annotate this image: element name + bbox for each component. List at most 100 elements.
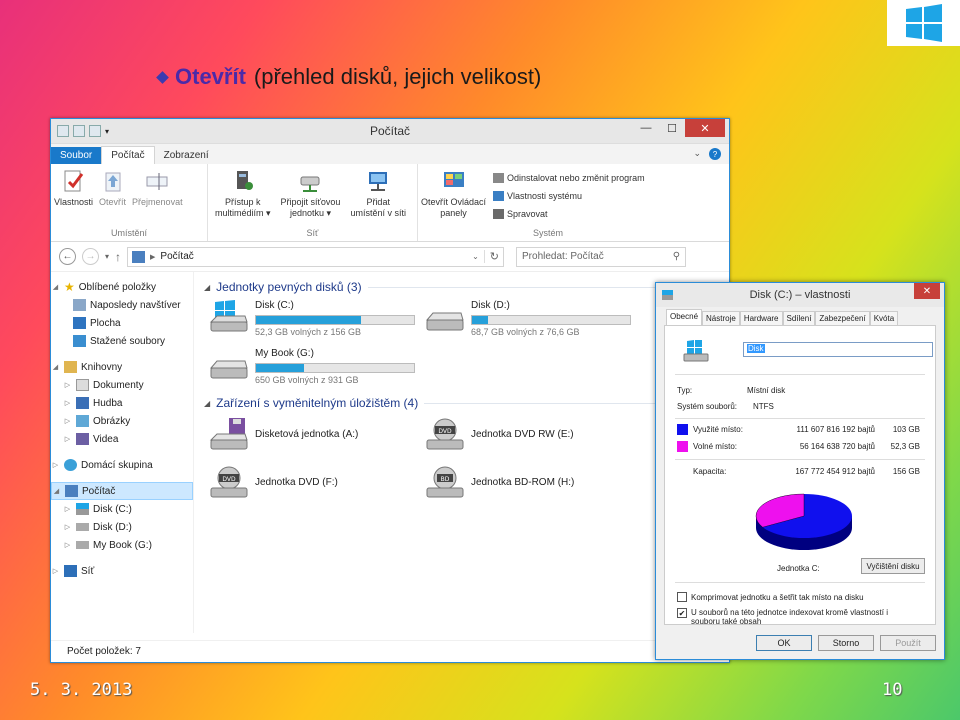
properties-button[interactable]: Vlastnosti	[51, 169, 96, 228]
add-network-location-label-1: Přidat	[366, 197, 390, 207]
disk-cleanup-button[interactable]: Vyčištění disku	[861, 558, 925, 574]
nav-downloads[interactable]: Stažené soubory	[51, 332, 193, 350]
control-panel-button[interactable]: Otevřít Ovládací panely	[418, 169, 489, 228]
expanded-arrow-icon[interactable]: ◢	[51, 363, 60, 371]
nav-favorites[interactable]: ◢ ★ Oblíbené položky	[51, 278, 193, 296]
collapsed-arrow-icon[interactable]: ▷	[63, 417, 72, 425]
collapsed-arrow-icon[interactable]: ▷	[63, 399, 72, 407]
collapsed-arrow-icon[interactable]: ▷	[63, 523, 72, 531]
media-access-button[interactable]: Přístup k multimédiím ▾	[212, 169, 274, 228]
map-network-drive-button[interactable]: Připojit síťovou jednotku ▾	[278, 169, 344, 228]
dvd-rw-drive-icon: DVD	[426, 418, 464, 450]
explorer-title: Počítač	[369, 124, 411, 138]
tab-hardware[interactable]: Hardware	[739, 311, 783, 325]
tab-zobrazeni[interactable]: Zobrazení	[155, 147, 218, 164]
nav-disk-d[interactable]: ▷ Disk (D:)	[51, 518, 193, 536]
nav-documents[interactable]: ▷ Dokumenty	[51, 376, 193, 394]
expanded-arrow-icon[interactable]: ◢	[51, 283, 60, 291]
ribbon-collapse-icon[interactable]: ⌄	[693, 148, 701, 160]
quick-access-toolbar: ▾	[51, 125, 109, 137]
back-icon[interactable]: ←	[59, 248, 76, 265]
drive-icon	[76, 541, 89, 549]
tab-pocitac[interactable]: Počítač	[101, 146, 155, 164]
apply-button[interactable]: Použít	[880, 635, 936, 651]
rename-button[interactable]: Přejmenovat	[129, 169, 186, 228]
help-icon[interactable]: ?	[709, 148, 721, 160]
volume-name-input[interactable]: Disk	[743, 342, 933, 357]
expanded-arrow-icon[interactable]: ◢	[52, 487, 61, 495]
general-tab-panel: Disk Typ: Místní disk Systém souborů: NT…	[664, 325, 936, 626]
search-box[interactable]: Prohledat: Počítač ⚲	[516, 246, 687, 267]
system-properties-button[interactable]: Vlastnosti systému	[493, 187, 645, 205]
qat-dropdown-icon[interactable]: ▾	[105, 127, 109, 136]
collapsed-arrow-icon[interactable]: ▷	[51, 567, 60, 575]
recent-locations-icon[interactable]: ▾	[105, 252, 109, 261]
up-icon[interactable]: ↑	[115, 250, 121, 264]
collapsed-arrow-icon[interactable]: ▷	[63, 381, 72, 389]
nav-pictures[interactable]: ▷ Obrázky	[51, 412, 193, 430]
uninstall-program-button[interactable]: Odinstalovat nebo změnit program	[493, 169, 645, 187]
nav-desktop[interactable]: Plocha	[51, 314, 193, 332]
close-icon[interactable]: ✕	[685, 119, 725, 137]
nav-videos[interactable]: ▷ Videa	[51, 430, 193, 448]
removable-group-header[interactable]: ◢ Zařízení s vyměnitelným úložištěm (4)	[204, 394, 719, 412]
minimize-icon[interactable]: —	[633, 119, 659, 137]
nav-computer[interactable]: ◢ Počítač	[51, 482, 193, 500]
nav-videos-label: Videa	[93, 433, 119, 445]
refresh-icon[interactable]: ↻	[483, 250, 499, 263]
properties-icon[interactable]	[73, 125, 85, 137]
nav-music[interactable]: ▷ Hudba	[51, 394, 193, 412]
collapsed-arrow-icon[interactable]: ▷	[51, 461, 60, 469]
drive-g[interactable]: My Book (G:) 650 GB volných z 931 GB	[209, 348, 415, 385]
ok-button[interactable]: OK	[756, 635, 812, 651]
system-properties-label: Vlastnosti systému	[507, 191, 583, 201]
explorer-body: ◢ ★ Oblíbené položky Naposledy navštíver…	[51, 272, 729, 633]
add-network-location-button[interactable]: Přidat umístění v síti	[347, 169, 409, 228]
status-bar: Počet položek: 7	[51, 640, 729, 662]
dialog-close-icon[interactable]: ✕	[914, 283, 940, 299]
drive-icon	[76, 523, 89, 531]
group-collapse-icon[interactable]: ◢	[204, 283, 210, 292]
hdd-group-header[interactable]: ◢ Jednotky pevných disků (3)	[204, 278, 719, 296]
nav-libraries[interactable]: ◢ Knihovny	[51, 358, 193, 376]
manage-button[interactable]: Spravovat	[493, 205, 645, 223]
nav-recent[interactable]: Naposledy navštíver	[51, 296, 193, 314]
filesystem-value: NTFS	[753, 402, 774, 411]
tab-sdileni[interactable]: Sdílení	[782, 311, 816, 325]
tab-kvota[interactable]: Kvóta	[869, 311, 899, 325]
nav-network[interactable]: ▷ Síť	[51, 562, 193, 580]
forward-icon[interactable]: →	[82, 248, 99, 265]
tab-nastroje[interactable]: Nástroje	[702, 311, 740, 325]
index-option[interactable]: ✔ U souborů na této jednotce indexovat k…	[677, 608, 888, 626]
type-value: Místní disk	[747, 386, 786, 395]
drive-c[interactable]: Disk (C:) 52,3 GB volných z 156 GB	[209, 300, 415, 337]
bd-rom-drive[interactable]: BD Jednotka BD-ROM (H:)	[425, 466, 574, 500]
group-collapse-icon[interactable]: ◢	[204, 399, 210, 408]
floppy-drive[interactable]: Disketová jednotka (A:)	[209, 418, 358, 452]
tab-obecne[interactable]: Obecné	[666, 309, 703, 325]
dvd-rw-drive[interactable]: DVD Jednotka DVD RW (E:)	[425, 418, 574, 452]
cancel-button[interactable]: Storno	[818, 635, 874, 651]
maximize-icon[interactable]: ☐	[659, 119, 685, 137]
nav-homegroup[interactable]: ▷ Domácí skupina	[51, 456, 193, 474]
compress-checkbox[interactable]	[677, 592, 687, 602]
nav-disk-g[interactable]: ▷ My Book (G:)	[51, 536, 193, 554]
tab-soubor[interactable]: Soubor	[51, 147, 102, 164]
collapsed-arrow-icon[interactable]: ▷	[63, 541, 72, 549]
collapsed-arrow-icon[interactable]: ▷	[63, 435, 72, 443]
windows-drive-icon	[683, 340, 709, 362]
group-system-label: Systém	[532, 228, 563, 238]
search-icon[interactable]: ⚲	[673, 251, 680, 262]
address-bar[interactable]: ▶ Počítač ⌄ ↻	[127, 246, 505, 267]
open-button[interactable]: Otevřít	[96, 169, 129, 228]
drive-d[interactable]: Disk (D:) 68,7 GB volných z 76,6 GB	[425, 300, 631, 337]
dvd-drive[interactable]: DVD Jednotka DVD (F:)	[209, 466, 338, 500]
compress-option[interactable]: Komprimovat jednotku a šetřit tak místo …	[677, 592, 864, 602]
tab-zabezpeceni[interactable]: Zabezpečení	[815, 311, 870, 325]
index-checkbox[interactable]: ✔	[677, 608, 687, 618]
nav-disk-c[interactable]: ▷ Disk (C:)	[51, 500, 193, 518]
new-folder-icon[interactable]	[89, 125, 101, 137]
collapsed-arrow-icon[interactable]: ▷	[63, 505, 72, 513]
address-dropdown-icon[interactable]: ⌄	[472, 252, 479, 261]
ribbon: Vlastnosti Otevřít Přejmenovat Umístění	[51, 164, 729, 242]
